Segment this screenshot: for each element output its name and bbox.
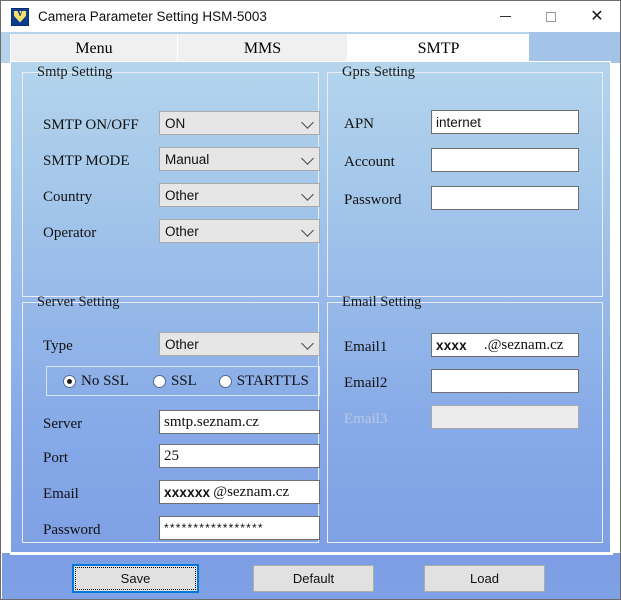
window-title: Camera Parameter Setting HSM-5003 bbox=[38, 9, 267, 24]
tab-menu[interactable]: Menu bbox=[10, 34, 177, 63]
close-button[interactable]: ✕ bbox=[574, 1, 620, 32]
input-gprs-password[interactable] bbox=[431, 186, 579, 210]
combo-smtp-on-off[interactable]: ON bbox=[159, 111, 320, 135]
combo-operator-value: Other bbox=[165, 223, 199, 239]
label-email2: Email2 bbox=[344, 375, 388, 391]
label-type: Type bbox=[43, 338, 73, 354]
combo-type[interactable]: Other bbox=[159, 332, 320, 356]
label-server: Server bbox=[43, 416, 83, 432]
input-port-value: 25 bbox=[164, 447, 179, 464]
chevron-down-icon bbox=[301, 152, 314, 165]
combo-country[interactable]: Other bbox=[159, 183, 320, 207]
load-button[interactable]: Load bbox=[424, 565, 545, 592]
title-bar: Camera Parameter Setting HSM-5003 ✕ bbox=[1, 1, 620, 32]
input-email3 bbox=[431, 405, 579, 429]
maximize-button[interactable] bbox=[528, 1, 574, 32]
radio-no-ssl-label: No SSL bbox=[81, 372, 129, 389]
maximize-icon bbox=[546, 11, 556, 22]
footer-separator bbox=[10, 553, 613, 555]
input-email1-domain: .@seznam.cz bbox=[483, 336, 564, 353]
window-controls: ✕ bbox=[482, 1, 620, 32]
input-email1[interactable]: xxxx .@seznam.cz bbox=[431, 333, 579, 357]
input-server-email[interactable]: xxxxxx @seznam.cz bbox=[159, 480, 320, 504]
radio-starttls[interactable]: STARTTLS bbox=[218, 372, 309, 390]
label-smtp-on-off: SMTP ON/OFF bbox=[43, 117, 139, 133]
group-gprs-setting: Gprs Setting APN internet Account Passwo… bbox=[327, 64, 603, 297]
application-window: Camera Parameter Setting HSM-5003 ✕ Menu… bbox=[0, 0, 621, 600]
input-server-email-user: xxxxxx bbox=[164, 484, 211, 500]
ssl-mode-radio-group: No SSL SSL STARTTLS bbox=[46, 366, 320, 396]
radio-no-ssl-indicator bbox=[63, 374, 76, 388]
radio-no-ssl[interactable]: No SSL bbox=[63, 373, 129, 390]
group-smtp-setting: Smtp Setting SMTP ON/OFF ON SMTP MODE Ma… bbox=[22, 64, 320, 297]
radio-ssl[interactable]: SSL bbox=[152, 372, 197, 390]
close-icon: ✕ bbox=[590, 7, 604, 25]
group-title-smtp-setting: Smtp Setting bbox=[33, 64, 117, 80]
default-button-label: Default bbox=[292, 571, 335, 586]
input-email1-user: xxxx bbox=[436, 337, 467, 353]
group-title-gprs-setting: Gprs Setting bbox=[338, 64, 419, 80]
default-button[interactable]: Default bbox=[253, 565, 374, 592]
label-smtp-mode: SMTP MODE bbox=[43, 153, 130, 169]
label-email3: Email3 bbox=[344, 411, 388, 427]
chevron-down-icon bbox=[301, 116, 314, 129]
chevron-down-icon bbox=[301, 337, 314, 350]
input-server-email-domain: @seznam.cz bbox=[213, 483, 290, 500]
radio-ssl-indicator bbox=[152, 374, 166, 388]
input-apn[interactable]: internet bbox=[431, 110, 579, 134]
tab-smtp[interactable]: SMTP bbox=[347, 34, 529, 63]
group-title-email-setting: Email Setting bbox=[338, 294, 426, 310]
smtp-tab-page: Smtp Setting SMTP ON/OFF ON SMTP MODE Ma… bbox=[10, 61, 611, 553]
save-button[interactable]: Save bbox=[72, 564, 199, 593]
label-email1: Email1 bbox=[344, 339, 388, 355]
label-country: Country bbox=[43, 189, 93, 205]
input-server-password[interactable]: ***************** bbox=[159, 516, 320, 540]
combo-smtp-on-off-value: ON bbox=[165, 115, 186, 131]
radio-ssl-label: SSL bbox=[170, 372, 197, 389]
tab-bar-filler bbox=[529, 32, 620, 63]
input-server-password-value: ***************** bbox=[164, 521, 264, 535]
combo-smtp-mode[interactable]: Manual bbox=[159, 147, 320, 171]
save-button-label: Save bbox=[120, 571, 151, 586]
combo-country-value: Other bbox=[165, 187, 199, 203]
app-shield-icon bbox=[11, 7, 29, 26]
tab-mms[interactable]: MMS bbox=[177, 34, 347, 63]
label-apn: APN bbox=[344, 116, 375, 132]
radio-starttls-indicator bbox=[218, 374, 232, 388]
label-server-email: Email bbox=[43, 486, 79, 502]
input-server-value: smtp.seznam.cz bbox=[164, 413, 259, 430]
radio-starttls-label: STARTTLS bbox=[236, 372, 309, 389]
input-apn-value: internet bbox=[436, 114, 482, 130]
combo-operator[interactable]: Other bbox=[159, 219, 320, 243]
label-account: Account bbox=[344, 154, 395, 170]
chevron-down-icon bbox=[301, 224, 314, 237]
minimize-button[interactable] bbox=[482, 1, 528, 32]
label-operator: Operator bbox=[43, 225, 97, 241]
tab-bar: Menu MMS SMTP bbox=[1, 32, 620, 63]
label-port: Port bbox=[43, 450, 69, 466]
input-email2[interactable] bbox=[431, 369, 579, 393]
combo-smtp-mode-value: Manual bbox=[165, 151, 210, 167]
combo-type-value: Other bbox=[165, 336, 199, 352]
input-account[interactable] bbox=[431, 148, 579, 172]
group-server-setting: Server Setting Type Other No SSL SSL STA… bbox=[22, 294, 320, 543]
label-server-password: Password bbox=[43, 522, 101, 538]
label-gprs-password: Password bbox=[344, 192, 402, 208]
group-title-server-setting: Server Setting bbox=[33, 294, 124, 310]
input-port[interactable]: 25 bbox=[159, 444, 320, 468]
chevron-down-icon bbox=[301, 188, 314, 201]
group-email-setting: Email Setting Email1 xxxx .@seznam.cz Ema… bbox=[327, 294, 603, 543]
footer-bar: Save Default Load bbox=[2, 553, 620, 599]
input-server[interactable]: smtp.seznam.cz bbox=[159, 410, 320, 434]
minimize-icon bbox=[499, 16, 511, 17]
load-button-label: Load bbox=[470, 571, 499, 586]
